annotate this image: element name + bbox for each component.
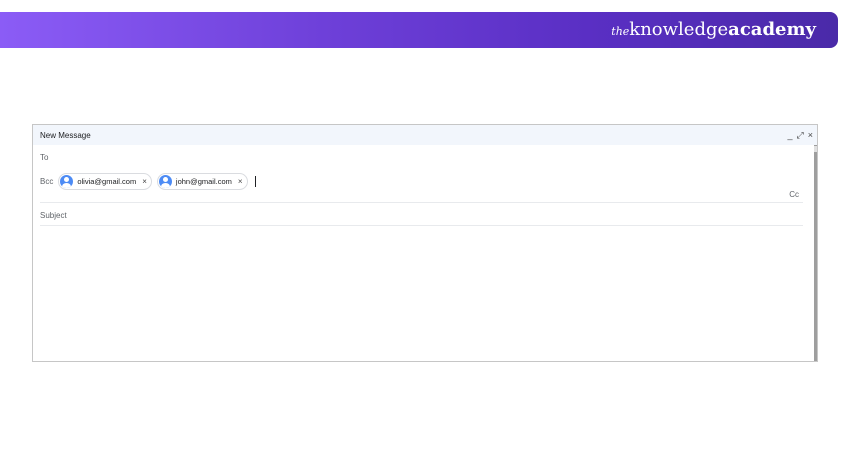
subject-input[interactable]: Subject [40,211,67,220]
brand-prefix: the [611,25,630,38]
scroll-up-arrow[interactable] [814,146,817,152]
close-icon[interactable]: × [808,130,813,141]
divider [40,202,803,203]
recipient-chip[interactable]: olivia@gmail.com × [58,173,152,190]
scrollbar[interactable] [814,145,817,361]
recipient-email: john@gmail.com [175,177,232,186]
compose-window: New Message _ ⤢ × To Bcc olivia@gmail.co… [32,124,818,362]
avatar-icon [60,175,74,188]
to-field[interactable]: To [40,153,48,162]
bcc-field[interactable]: Bcc olivia@gmail.com × john@gmail.com × [40,173,256,190]
recipient-email: olivia@gmail.com [77,177,137,186]
header-icons: _ ⤢ × [788,130,813,141]
brand-logo: theknowledgeacademy [611,18,816,44]
brand-middle: knowledge [629,19,729,40]
remove-recipient-icon[interactable]: × [238,177,243,186]
text-cursor [254,176,256,187]
brand-suffix: academy [728,19,816,40]
bcc-label: Bcc [40,177,54,186]
cc-button[interactable]: Cc [789,190,799,199]
compose-title: New Message [40,130,91,140]
compose-header: New Message _ ⤢ × [33,125,817,145]
remove-recipient-icon[interactable]: × [142,177,147,186]
minimize-icon[interactable]: _ [788,130,793,141]
expand-icon[interactable]: ⤢ [797,130,804,141]
brand-banner: theknowledgeacademy [0,12,838,48]
divider [40,225,803,226]
avatar-icon [158,175,172,188]
recipient-chip[interactable]: john@gmail.com × [156,173,248,190]
